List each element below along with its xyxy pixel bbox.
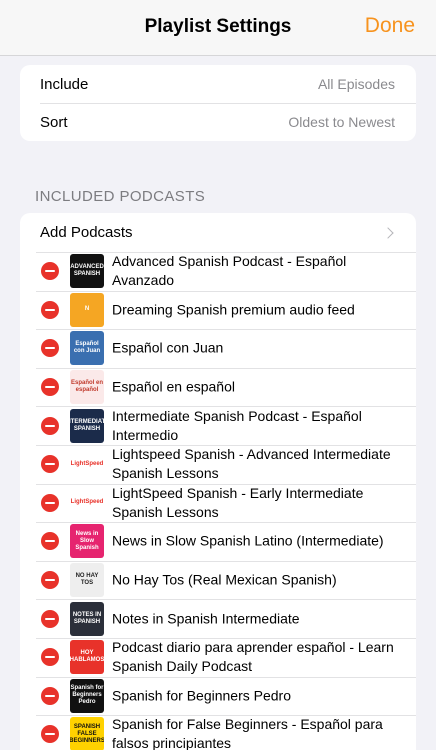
chevron-right-icon: [382, 226, 394, 239]
remove-minus-icon[interactable]: [41, 339, 59, 358]
sort-row[interactable]: Sort Oldest to Newest: [20, 103, 416, 141]
podcast-artwork: INTERMEDIATE SPANISH: [70, 408, 104, 443]
podcast-list: ADVANCED SPANISH Advanced Spanish Podcast…: [20, 252, 416, 750]
remove-minus-icon[interactable]: [41, 686, 59, 705]
podcast-artwork: Spanish for Beginners Pedro: [70, 678, 104, 713]
add-podcasts-label: Add Podcasts: [40, 224, 133, 241]
podcast-artwork: Español en español: [70, 370, 104, 405]
podcast-title: Dreaming Spanish premium audio feed: [112, 301, 355, 318]
remove-minus-icon[interactable]: [41, 455, 59, 474]
remove-minus-icon[interactable]: [41, 725, 59, 744]
add-podcasts-row[interactable]: Add Podcasts: [20, 213, 416, 252]
podcast-title: Notes in Spanish Intermediate: [112, 610, 300, 627]
podcast-title: Lightspeed Spanish - Advanced Intermedia…: [112, 446, 391, 482]
podcast-row[interactable]: ADVANCED SPANISH Advanced Spanish Podcast…: [20, 252, 416, 291]
remove-minus-icon[interactable]: [41, 262, 59, 281]
remove-minus-icon[interactable]: [41, 609, 59, 628]
remove-minus-icon[interactable]: [41, 493, 59, 512]
podcast-artwork: LightSpeed: [70, 447, 104, 482]
podcast-title: Spanish for False Beginners - Español pa…: [112, 716, 383, 750]
sort-value: Oldest to Newest: [288, 114, 395, 130]
podcast-row[interactable]: Español con Juan Español con Juan: [20, 329, 416, 368]
settings-card: Include All Episodes Sort Oldest to Newe…: [20, 65, 416, 141]
podcast-title: Español en español: [112, 378, 235, 395]
done-button[interactable]: Done: [365, 14, 415, 38]
podcast-title: News in Slow Spanish Latino (Intermediat…: [112, 532, 384, 549]
remove-minus-icon[interactable]: [41, 532, 59, 551]
podcasts-card: Add Podcasts ADVANCED SPANISH Advanced Sp…: [20, 213, 416, 750]
podcast-row[interactable]: NOTES IN SPANISH Notes in Spanish Interme…: [20, 599, 416, 638]
podcast-row[interactable]: NO HAY TOS No Hay Tos (Real Mexican Spani…: [20, 560, 416, 600]
podcast-row[interactable]: Español en español Español en español: [20, 367, 416, 407]
podcast-artwork: News in Slow Spanish: [70, 524, 104, 559]
podcast-artwork: NOTES IN SPANISH: [70, 601, 104, 636]
podcast-artwork: LightSpeed: [70, 485, 104, 520]
include-value: All Episodes: [317, 76, 395, 92]
include-label: Include: [40, 75, 89, 93]
podcast-title: Advanced Spanish Podcast - Español Avanz…: [112, 253, 347, 289]
podcast-row[interactable]: News in Slow Spanish News in Slow Spanish…: [20, 522, 416, 561]
section-title: INCLUDED PODCASTS: [35, 188, 206, 205]
podcast-title: Podcast diario para aprender español - L…: [112, 639, 394, 675]
remove-minus-icon[interactable]: [41, 300, 59, 319]
podcast-artwork: HOY HABLAMOS: [70, 640, 104, 675]
podcast-row[interactable]: N Dreaming Spanish premium audio feed: [20, 290, 416, 330]
include-row[interactable]: Include All Episodes: [20, 65, 416, 103]
podcast-title: Spanish for Beginners Pedro: [112, 687, 291, 704]
podcast-artwork: ADVANCED SPANISH: [70, 254, 104, 289]
podcast-row[interactable]: LightSpeed Lightspeed Spanish - Advanced …: [20, 444, 416, 484]
podcast-title: Intermediate Spanish Podcast - Español I…: [112, 407, 362, 443]
nav-header: Playlist Settings Done: [0, 0, 436, 56]
remove-minus-icon[interactable]: [41, 571, 59, 590]
podcast-artwork: SPANISH FALSE BEGINNERS: [70, 717, 104, 750]
sort-label: Sort: [40, 113, 68, 131]
podcast-row[interactable]: INTERMEDIATE SPANISHIntermediate Spanish…: [20, 406, 416, 445]
podcast-row[interactable]: Spanish for Beginners Pedro Spanish for B…: [20, 676, 416, 716]
podcast-row[interactable]: HOY HABLAMOS Podcast diario para aprender…: [20, 637, 416, 677]
podcast-title: No Hay Tos (Real Mexican Spanish): [112, 571, 337, 588]
podcast-title: LightSpeed Spanish - Early Intermediate …: [112, 484, 364, 520]
remove-minus-icon[interactable]: [41, 416, 59, 435]
podcast-row[interactable]: SPANISH FALSE BEGINNERS Spanish for False…: [20, 715, 416, 750]
podcast-artwork: NO HAY TOS: [70, 563, 104, 598]
remove-minus-icon[interactable]: [41, 648, 59, 667]
podcast-artwork: Español con Juan: [70, 331, 104, 366]
podcast-artwork: N: [70, 292, 104, 327]
remove-minus-icon[interactable]: [41, 378, 59, 397]
podcast-title: Español con Juan: [112, 339, 224, 356]
podcast-row[interactable]: LightSpeed LightSpeed Spanish - Early Int…: [20, 483, 416, 523]
